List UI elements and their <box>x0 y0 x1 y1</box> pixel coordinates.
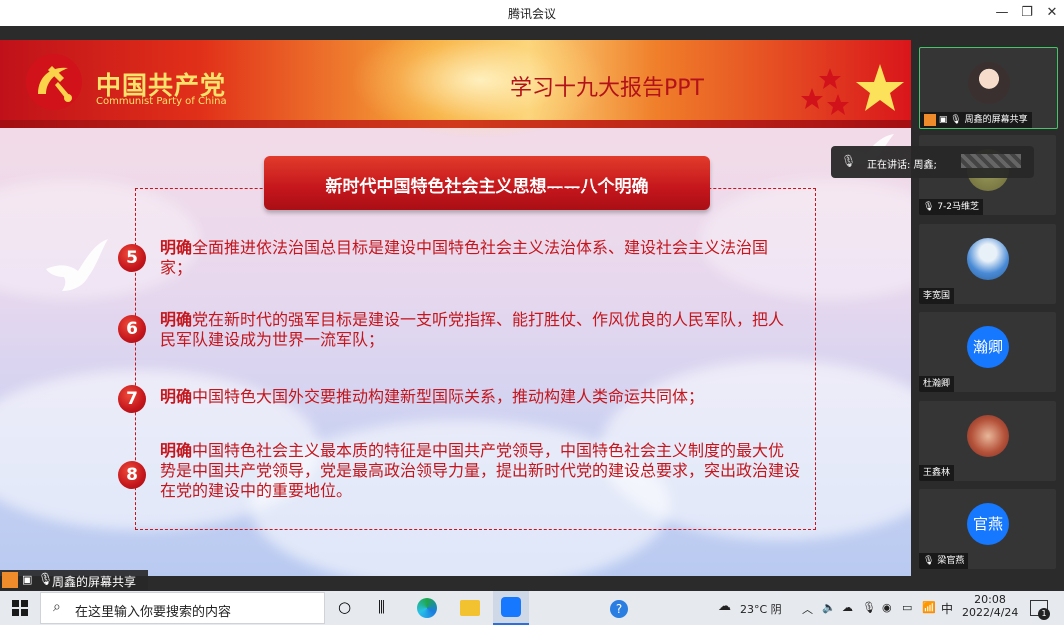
item-text: 全面推进依法治国总目标是建设中国特色社会主义法治体系、建设社会主义法治国家； <box>160 238 769 277</box>
minimize-button[interactable]: — <box>990 2 1014 24</box>
participant-name: 周鑫的屏幕共享 <box>964 115 1028 125</box>
participant-name-badge: 王鑫林 <box>919 465 955 481</box>
avatar <box>967 415 1009 457</box>
participant-tile[interactable]: 李宽国 <box>919 224 1056 304</box>
microphone-icon: 🎙 <box>38 572 54 586</box>
speaker-avatars <box>961 154 1021 168</box>
file-explorer-icon[interactable] <box>460 600 480 616</box>
stars-decoration-icon <box>801 64 904 115</box>
notification-badge: 1 <box>1038 608 1050 620</box>
user-icon <box>2 572 18 588</box>
dove-icon <box>46 239 108 291</box>
task-view-timeline-icon[interactable]: ⫼ <box>378 598 385 616</box>
weather-icon[interactable]: ☁ <box>718 599 731 614</box>
participant-name-badge: 李宽国 <box>919 288 955 304</box>
item-lead: 明确 <box>160 238 193 257</box>
list-item: 明确党在新时代的强军目标是建设一支听党指挥、能打胜仗、作风优良的人民军队，把人民… <box>160 310 800 350</box>
item-text: 中国特色社会主义最本质的特征是中国共产党领导，中国特色社会主义制度的最大优势是中… <box>160 441 801 500</box>
weather-text[interactable]: 23°C 阴 <box>740 601 782 617</box>
item-text: 党在新时代的强军目标是建设一支听党指挥、能打胜仗、作风优良的人民军队，把人民军队… <box>160 310 785 349</box>
avatar: 瀚卿 <box>967 326 1009 368</box>
microphone-icon: 🎙 <box>841 154 857 168</box>
speaking-text: 正在讲话: 周鑫; <box>867 160 937 171</box>
item-lead: 明确 <box>160 310 193 329</box>
tencent-meeting-icon <box>501 597 521 617</box>
list-item: 明确全面推进依法治国总目标是建设中国特色社会主义法治体系、建设社会主义法治国家； <box>160 238 800 278</box>
party-name-en: Communist Party of China <box>96 96 227 107</box>
microphone-muted-icon: 🎙 <box>923 202 935 212</box>
window-title: 腾讯会议 <box>507 7 556 21</box>
participant-tile[interactable]: 官燕 🎙 梁官燕 <box>919 489 1056 569</box>
clock[interactable]: 20:08 2022/4/24 <box>962 593 1018 619</box>
show-hidden-icons-icon[interactable]: ︿ <box>802 601 813 617</box>
avatar: 官燕 <box>967 503 1009 545</box>
microphone-icon[interactable]: 🎙 <box>862 601 876 614</box>
speaking-indicator: 🎙 正在讲话: 周鑫; <box>831 146 1034 178</box>
participant-name: 王鑫林 <box>923 468 951 478</box>
item-number-badge: 7 <box>118 385 146 413</box>
avatar <box>967 238 1009 280</box>
participant-tile[interactable]: 王鑫林 <box>919 401 1056 481</box>
item-lead: 明确 <box>160 387 193 406</box>
participant-name-badge: ▣ 🎙 周鑫的屏幕共享 <box>920 112 1032 128</box>
cloud-sync-icon[interactable]: ☁ <box>842 601 853 614</box>
search-icon: ⌕ <box>53 599 61 615</box>
slide-banner: 中国共产党 Communist Party of China 学习十九大报告PP… <box>0 40 911 140</box>
item-lead: 明确 <box>160 441 193 460</box>
input-method-indicator[interactable]: 中 <box>941 600 953 617</box>
participant-name-badge: 🎙 7-2马维芝 <box>919 199 984 215</box>
item-number-badge: 6 <box>118 315 146 343</box>
search-placeholder: 在这里输入你要搜索的内容 <box>75 605 232 620</box>
screen-share-icon: ▣ <box>938 115 948 125</box>
restore-button[interactable]: ❐ <box>1015 2 1039 24</box>
title-bar: 腾讯会议 — ❐ ✕ <box>0 0 1064 27</box>
participant-name: 杜瀚卿 <box>923 379 951 389</box>
user-icon <box>924 113 936 126</box>
close-button[interactable]: ✕ <box>1040 2 1064 24</box>
list-item: 明确中国特色大国外交要推动构建新型国际关系，推动构建人类命运共同体； <box>160 387 800 407</box>
shared-screen[interactable]: 中国共产党 Communist Party of China 学习十九大报告PP… <box>0 40 911 576</box>
participant-name: 李宽国 <box>923 291 951 301</box>
help-icon[interactable]: ? <box>610 600 628 618</box>
task-view-icon[interactable]: ○ <box>338 598 351 616</box>
party-emblem-icon <box>26 54 82 110</box>
tencent-meeting-taskbar-button[interactable] <box>493 591 529 625</box>
microphone-muted-icon: 🎙 <box>923 556 935 566</box>
participant-name: 梁官燕 <box>937 556 965 566</box>
participant-tile[interactable]: ▣ 🎙 周鑫的屏幕共享 <box>919 47 1058 129</box>
display-icon[interactable]: ▭ <box>902 601 912 614</box>
taskbar-search[interactable]: ⌕ 在这里输入你要搜索的内容 <box>40 592 325 624</box>
participant-name-badge: 🎙 梁官燕 <box>919 553 969 569</box>
item-number-badge: 8 <box>118 461 146 489</box>
participant-tile[interactable]: 瀚卿 杜瀚卿 <box>919 312 1056 392</box>
taskbar: ⌕ 在这里输入你要搜索的内容 ○ ⫼ ? ☁ 23°C 阴 ︿ 🔈 ☁ 🎙 ◉ … <box>0 591 1064 625</box>
clock-date: 2022/4/24 <box>962 606 1019 619</box>
edge-browser-icon[interactable] <box>417 598 437 618</box>
participant-name-badge: 杜瀚卿 <box>919 376 955 392</box>
windows-start-icon[interactable] <box>12 600 28 616</box>
slide-title: 学习十九大报告PPT <box>510 76 704 101</box>
avatar <box>968 62 1010 104</box>
banner-divider <box>0 120 911 128</box>
presenter-label: ▣ 🎙 周鑫的屏幕共享 <box>0 570 148 590</box>
item-number-badge: 5 <box>118 244 146 272</box>
clock-time: 20:08 <box>974 593 1006 606</box>
list-item: 明确中国特色社会主义最本质的特征是中国共产党领导，中国特色社会主义制度的最大优势… <box>160 441 800 501</box>
microphone-icon: 🎙 <box>950 115 962 125</box>
item-text: 中国特色大国外交要推动构建新型国际关系，推动构建人类命运共同体； <box>192 387 705 406</box>
presenter-name: 周鑫的屏幕共享 <box>52 575 137 589</box>
qq-icon[interactable]: ◉ <box>882 601 892 614</box>
volume-icon[interactable]: 🔈 <box>822 601 836 614</box>
participant-name: 7-2马维芝 <box>937 202 980 212</box>
network-icon[interactable]: 📶 <box>922 601 936 614</box>
screen-share-icon: ▣ <box>22 573 33 586</box>
